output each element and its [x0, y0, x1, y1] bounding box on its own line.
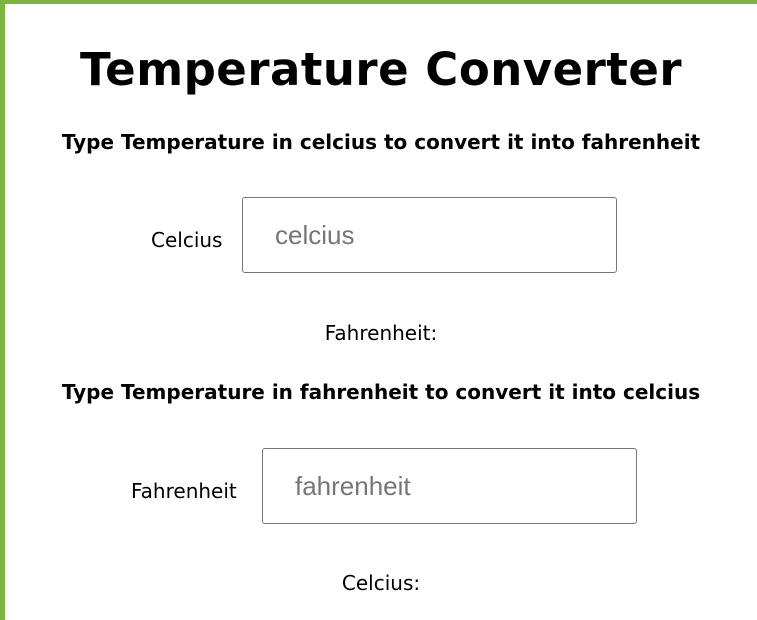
fahrenheit-instruction: Type Temperature in fahrenheit to conver…	[61, 380, 701, 404]
celcius-input[interactable]	[242, 197, 617, 273]
celcius-result: Celcius:	[5, 570, 757, 596]
fahrenheit-input-label: Fahrenheit	[131, 479, 237, 503]
fahrenheit-result-label: Fahrenheit:	[324, 321, 438, 345]
page-title: Temperature Converter	[79, 43, 683, 96]
celcius-input-label: Celcius	[151, 228, 223, 252]
celcius-result-label: Celcius:	[341, 571, 421, 595]
fahrenheit-result: Fahrenheit:	[5, 320, 757, 346]
fahrenheit-input[interactable]	[262, 448, 637, 524]
converter-panel: Temperature Converter Type Temperature i…	[0, 0, 757, 620]
celcius-instruction: Type Temperature in celcius to convert i…	[61, 130, 701, 154]
